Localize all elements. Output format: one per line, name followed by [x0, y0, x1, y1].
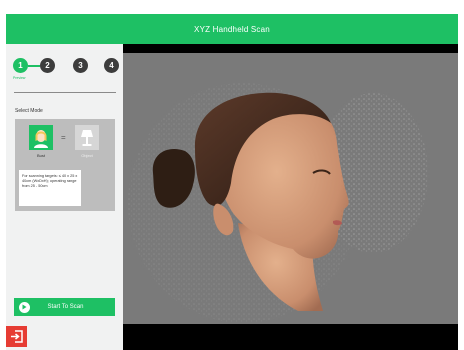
sidebar: 1 2 3 4 Preview Select Mode = Bust Objec…: [6, 44, 123, 350]
lamp-icon: [81, 129, 93, 146]
play-icon: [19, 301, 30, 313]
scan-preview[interactable]: [123, 53, 458, 324]
step-2[interactable]: 2: [40, 58, 55, 73]
exit-button[interactable]: [6, 326, 27, 347]
start-scan-label: Start To Scan: [47, 304, 84, 310]
step-1[interactable]: 1: [13, 58, 28, 73]
mode-object-label: Object: [81, 153, 93, 158]
mode-panel: = Bust Object For scanning targets: ≤ 40…: [15, 119, 115, 211]
scan-viewport[interactable]: [123, 44, 458, 350]
mode-equals: =: [61, 133, 66, 142]
mode-object-button[interactable]: [75, 125, 99, 150]
step-indicator: 1 2 3 4 Preview: [13, 58, 119, 82]
mode-bust-button[interactable]: [29, 125, 53, 150]
section-label: Select Mode: [15, 108, 43, 114]
step-caption: Preview: [13, 76, 26, 80]
step-connector: [28, 65, 40, 67]
start-scan-button[interactable]: Start To Scan: [14, 298, 115, 316]
app-title: XYZ Handheld Scan: [194, 24, 270, 34]
exit-icon: [11, 330, 23, 343]
step-3[interactable]: 3: [73, 58, 88, 73]
step-4[interactable]: 4: [104, 58, 119, 73]
scan-preview-graphic: [128, 83, 428, 323]
mode-description: For scanning targets: ≤ 40 x 25 x 40cm (…: [19, 170, 81, 206]
title-bar: XYZ Handheld Scan: [6, 14, 458, 44]
mode-bust-label: Bust: [36, 153, 45, 158]
divider: [14, 92, 116, 93]
head-icon: [34, 129, 48, 148]
